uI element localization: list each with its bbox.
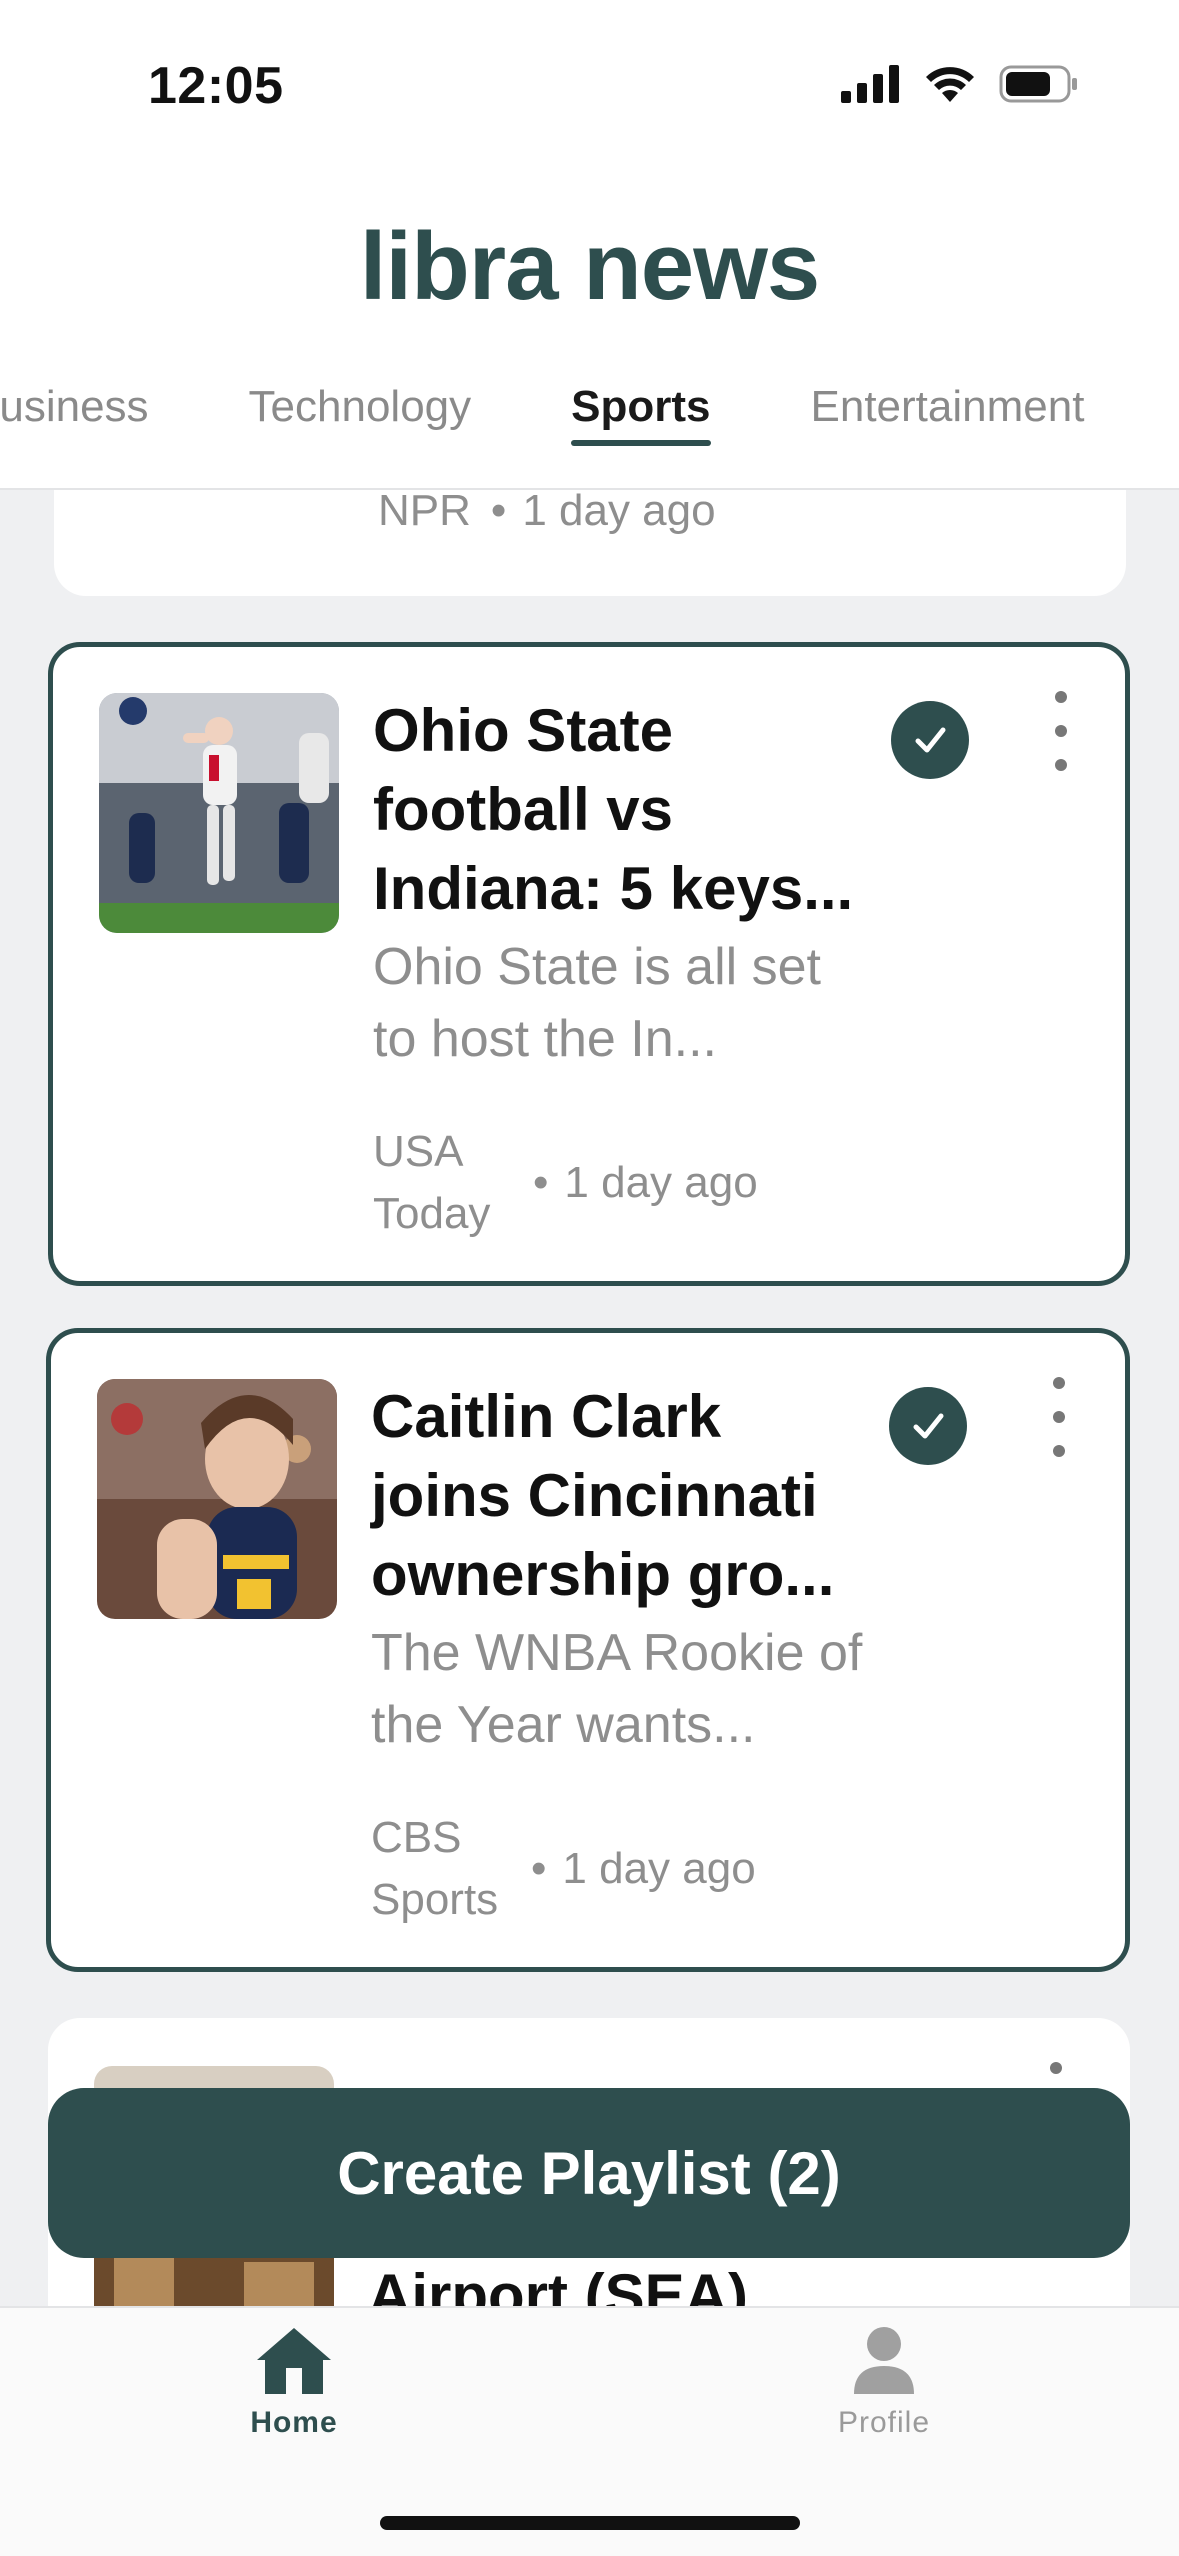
article-headline: Ohio State football vs Indiana: 5 keys..… — [373, 697, 854, 922]
article-time: 1 day ago — [564, 1158, 758, 1207]
create-playlist-button[interactable]: Create Playlist (2) — [48, 2088, 1130, 2258]
article-summary: Ohio State is all set to host the In... — [373, 938, 821, 1068]
tab-business[interactable]: Business — [0, 382, 149, 472]
article-meta: NPR • 1 day ago — [378, 486, 716, 536]
selected-check-icon[interactable] — [891, 701, 969, 779]
status-time: 12:05 — [148, 57, 284, 115]
article-meta: CBS Sports • 1 day ago — [371, 1807, 756, 1931]
more-options-icon[interactable] — [1039, 1377, 1079, 1457]
article-headline: Caitlin Clark joins Cincinnati ownership… — [371, 1383, 835, 1608]
article-summary: The WNBA Rookie of the Year wants... — [371, 1624, 863, 1754]
tab-entertainment[interactable]: Entertainment — [811, 382, 1085, 472]
battery-icon — [999, 65, 1077, 103]
tabbar-profile-label: Profile — [837, 2406, 931, 2439]
separator-dot: • — [533, 1158, 549, 1207]
category-tabs: Business Technology Sports Entertainment — [0, 382, 1179, 472]
article-time: 1 day ago — [562, 1844, 756, 1893]
separator-dot: • — [490, 486, 507, 535]
profile-icon — [854, 2327, 914, 2394]
article-card[interactable]: Caitlin Clark joins Cincinnati ownership… — [46, 1328, 1130, 1972]
article-source: NPR — [378, 486, 471, 535]
cellular-signal-icon — [841, 65, 899, 103]
home-indicator — [380, 2516, 800, 2530]
article-source: USA Today — [373, 1127, 491, 1238]
article-source: CBS Sports — [371, 1813, 499, 1924]
tabbar-home-label: Home — [250, 2406, 338, 2439]
top-header: 12:05 libra news Business Technology Spo… — [0, 0, 1179, 490]
wifi-icon — [926, 67, 974, 102]
article-thumbnail — [97, 1379, 337, 1619]
article-card[interactable]: Ohio State football vs Indiana: 5 keys..… — [48, 642, 1130, 1286]
article-meta: USA Today • 1 day ago — [373, 1121, 758, 1245]
selected-check-icon[interactable] — [889, 1387, 967, 1465]
home-icon — [257, 2328, 331, 2394]
article-time: 1 day ago — [522, 486, 716, 535]
tab-technology[interactable]: Technology — [249, 382, 472, 472]
tab-sports[interactable]: Sports — [571, 382, 711, 472]
separator-dot: • — [531, 1844, 547, 1893]
status-icons — [841, 64, 1079, 104]
tabbar-profile[interactable]: Profile — [784, 2322, 984, 2440]
app-title: libra news — [359, 213, 821, 320]
more-options-icon[interactable] — [1041, 691, 1081, 771]
article-thumbnail — [99, 693, 339, 933]
tabbar-home[interactable]: Home — [194, 2322, 394, 2440]
